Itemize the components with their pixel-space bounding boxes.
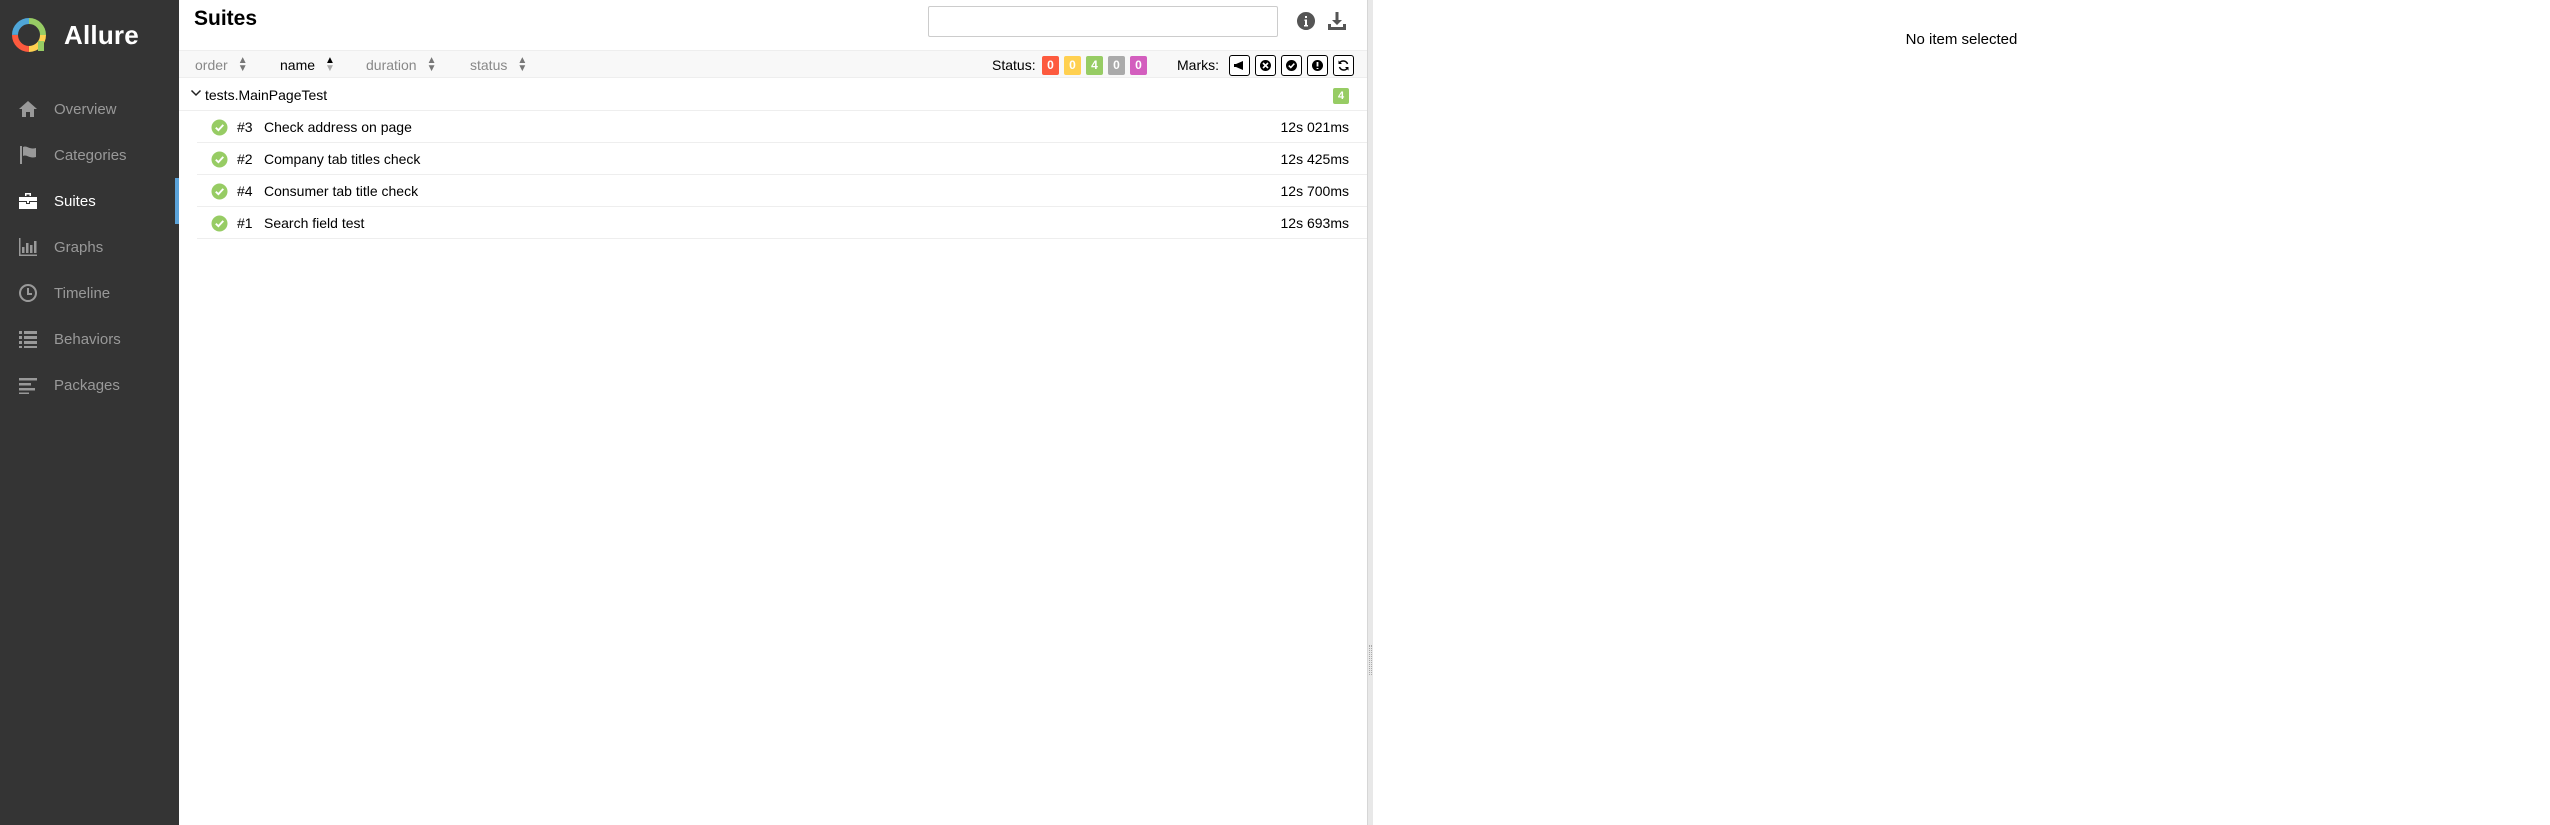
sort-label: duration: [366, 57, 417, 73]
sort-label: order: [195, 57, 228, 73]
test-number: #3: [237, 119, 253, 135]
flaky-icon: [1234, 61, 1243, 70]
status-filter-skipped[interactable]: 0: [1108, 56, 1125, 75]
new-failed-icon: [1260, 60, 1271, 71]
suite-name: tests.MainPageTest: [205, 87, 328, 103]
allure-logo-icon: [12, 18, 46, 52]
status-filter-broken[interactable]: 0: [1064, 56, 1081, 75]
new-failed-mark-toggle[interactable]: [1255, 55, 1276, 76]
sort-arrows-icon: ▲ ▼: [325, 55, 335, 74]
passed-status-icon: [211, 215, 228, 232]
sidebar-item-suites[interactable]: Suites: [0, 178, 179, 224]
detail-pane: No item selected: [1373, 0, 2550, 825]
sidebar-item-behaviors[interactable]: Behaviors: [0, 316, 179, 362]
suite-count-badge: 4: [1333, 88, 1349, 104]
home-icon: [17, 99, 39, 119]
page-title: Suites: [194, 7, 258, 30]
test-row[interactable]: #1 Search field test 12s 693ms: [197, 207, 1367, 239]
passed-status-icon: [211, 119, 228, 136]
retries-mark-toggle[interactable]: [1333, 55, 1354, 76]
flag-icon: [17, 145, 39, 165]
chevron-down-icon[interactable]: [190, 87, 202, 99]
status-filter-passed[interactable]: 4: [1086, 56, 1103, 75]
test-number: #1: [237, 215, 253, 231]
splitter-grip-icon[interactable]: [1369, 645, 1372, 675]
sidebar-item-label: Behaviors: [54, 330, 121, 348]
app-name: Allure: [64, 19, 139, 50]
sort-arrows-icon: ▲ ▼: [426, 55, 437, 74]
retries-icon: [1338, 60, 1349, 71]
sidebar-item-label: Packages: [54, 376, 120, 394]
test-row[interactable]: #2 Company tab titles check 12s 425ms: [197, 143, 1367, 175]
new-passed-icon: [1286, 60, 1297, 71]
sort-label: status: [470, 57, 508, 73]
briefcase-icon: [17, 191, 39, 211]
test-row[interactable]: #3 Check address on page 12s 021ms: [197, 111, 1367, 143]
new-passed-mark-toggle[interactable]: [1281, 55, 1302, 76]
suites-pane: Suites order ▲ ▼ name ▲ ▼ duration ▲ ▼ stat…: [179, 0, 1367, 825]
sort-arrows-icon: ▲ ▼: [237, 55, 248, 74]
test-name: Check address on page: [264, 119, 412, 135]
list-icon: [17, 329, 39, 349]
sidebar-item-packages[interactable]: Packages: [0, 362, 179, 408]
suite-group[interactable]: tests.MainPageTest 4: [179, 79, 1367, 111]
sidebar-nav: Overview Categories Suites Graphs Timeli…: [0, 86, 179, 408]
flaky-mark-toggle[interactable]: [1229, 55, 1250, 76]
sidebar-item-label: Suites: [54, 192, 96, 210]
align-left-icon: [17, 375, 39, 395]
test-name: Search field test: [264, 215, 365, 231]
sort-by-duration[interactable]: duration ▲ ▼: [366, 51, 437, 79]
sidebar: Allure Overview Categories Suites Graphs: [0, 0, 179, 825]
clock-icon: [17, 283, 39, 303]
search-input[interactable]: [928, 6, 1278, 37]
empty-detail-message: No item selected: [1905, 31, 2018, 48]
new-broken-icon: [1312, 60, 1323, 71]
test-number: #4: [237, 183, 253, 199]
test-duration: 12s 693ms: [1280, 215, 1349, 231]
sort-by-status[interactable]: status ▲ ▼: [470, 51, 527, 79]
sidebar-item-categories[interactable]: Categories: [0, 132, 179, 178]
marks-filter-label: Marks:: [1177, 57, 1219, 73]
sidebar-item-label: Graphs: [54, 238, 104, 256]
passed-status-icon: [211, 151, 228, 168]
test-duration: 12s 425ms: [1280, 151, 1349, 167]
info-icon[interactable]: [1295, 10, 1317, 32]
test-duration: 12s 700ms: [1280, 183, 1349, 199]
download-icon[interactable]: [1326, 10, 1348, 32]
test-number: #2: [237, 151, 253, 167]
new-broken-mark-toggle[interactable]: [1307, 55, 1328, 76]
test-duration: 12s 021ms: [1280, 119, 1349, 135]
sort-by-order[interactable]: order ▲ ▼: [195, 51, 248, 79]
sidebar-item-graphs[interactable]: Graphs: [0, 224, 179, 270]
sidebar-item-label: Overview: [54, 100, 117, 118]
status-filter-unknown[interactable]: 0: [1130, 56, 1147, 75]
test-name: Company tab titles check: [264, 151, 421, 167]
sidebar-item-label: Categories: [54, 146, 127, 164]
sort-by-name[interactable]: name ▲ ▼: [280, 51, 335, 79]
brand[interactable]: Allure: [11, 15, 139, 55]
sort-label: name: [280, 57, 316, 73]
sidebar-item-timeline[interactable]: Timeline: [0, 270, 179, 316]
sidebar-item-overview[interactable]: Overview: [0, 86, 179, 132]
sidebar-item-label: Timeline: [54, 284, 111, 302]
test-name: Consumer tab title check: [264, 183, 419, 199]
bar-chart-icon: [17, 237, 39, 257]
passed-status-icon: [211, 183, 228, 200]
status-filter-failed[interactable]: 0: [1042, 56, 1059, 75]
test-row[interactable]: #4 Consumer tab title check 12s 700ms: [197, 175, 1367, 207]
tree-toolbar: order ▲ ▼ name ▲ ▼ duration ▲ ▼ status ▲ ▼ S…: [179, 50, 1367, 78]
sort-arrows-icon: ▲ ▼: [517, 55, 528, 74]
status-filter-label: Status:: [992, 57, 1036, 73]
